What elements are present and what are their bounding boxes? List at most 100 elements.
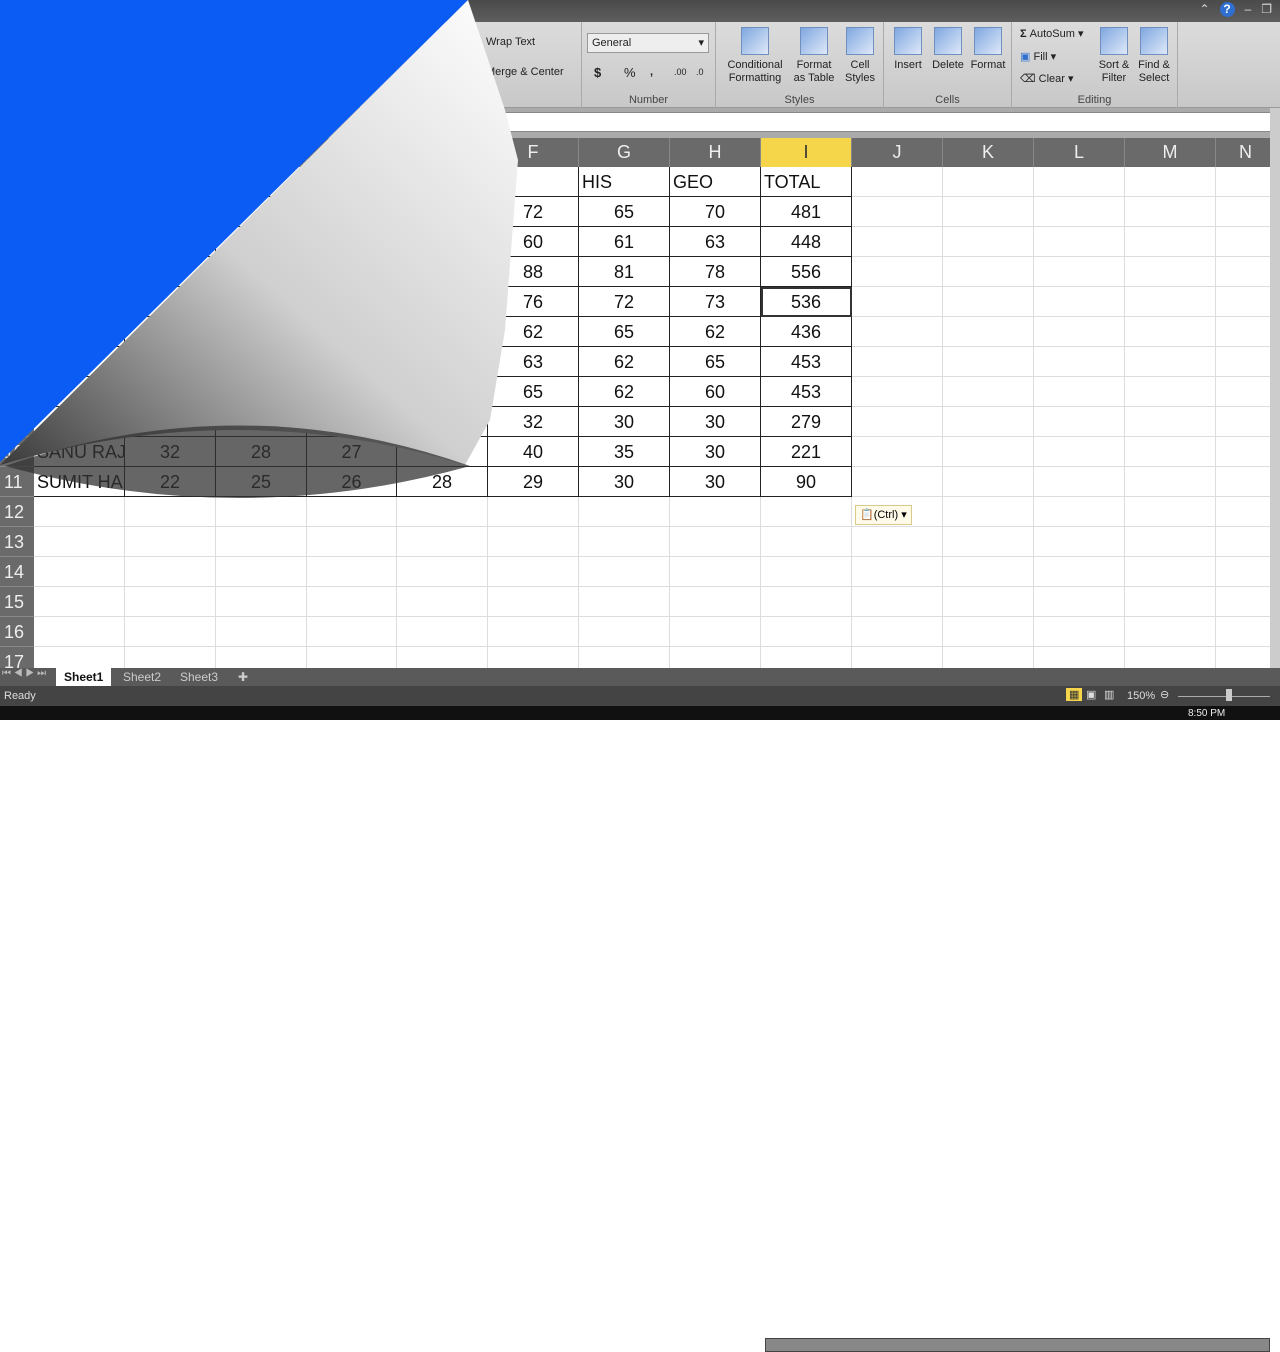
cell-c6[interactable] (216, 317, 307, 347)
horizontal-scrollbar[interactable] (765, 1338, 1270, 1352)
column-header-a[interactable]: A (34, 138, 125, 167)
cell-i3[interactable]: 448 (761, 227, 852, 257)
cell-j3[interactable] (852, 227, 943, 257)
tab-sheet3[interactable]: Sheet3 (172, 668, 226, 686)
paste-options-button[interactable]: 📋(Ctrl) ▾ (855, 505, 912, 525)
cell-n12[interactable] (1216, 497, 1270, 527)
column-header-l[interactable]: L (1034, 138, 1125, 167)
cell-f1[interactable]: C (488, 167, 579, 197)
collapse-ribbon-icon[interactable]: ⌃ (1199, 2, 1209, 17)
cell-f12[interactable] (488, 497, 579, 527)
column-header-d[interactable]: D (307, 138, 397, 167)
cell-j16[interactable] (852, 617, 943, 647)
help-icon[interactable]: ? (1219, 2, 1235, 17)
cell-g3[interactable]: 61 (579, 227, 670, 257)
fill-button[interactable]: ▣ Fill ▾ (1020, 51, 1056, 64)
cell-c5[interactable] (216, 287, 307, 317)
cell-l1[interactable] (1034, 167, 1125, 197)
vertical-scrollbar[interactable] (1270, 108, 1280, 668)
cell-l17[interactable] (1034, 647, 1125, 668)
cell-d16[interactable] (307, 617, 397, 647)
cell-l15[interactable] (1034, 587, 1125, 617)
cell-h15[interactable] (670, 587, 761, 617)
cell-c4[interactable] (216, 257, 307, 287)
cell-f10[interactable]: 40 (488, 437, 579, 467)
cell-g9[interactable]: 30 (579, 407, 670, 437)
cell-k14[interactable] (943, 557, 1034, 587)
cell-l12[interactable] (1034, 497, 1125, 527)
cell-a16[interactable] (34, 617, 125, 647)
cell-l11[interactable] (1034, 467, 1125, 497)
cell-m13[interactable] (1125, 527, 1216, 557)
cell-m3[interactable] (1125, 227, 1216, 257)
cell-b15[interactable] (125, 587, 216, 617)
tab-sheet1[interactable]: Sheet1 (56, 668, 112, 686)
cell-f4[interactable]: 88 (488, 257, 579, 287)
row-header-2[interactable]: 2 (0, 197, 34, 227)
cell-g16[interactable] (579, 617, 670, 647)
cell-d12[interactable] (307, 497, 397, 527)
cell-d5[interactable] (307, 287, 397, 317)
cell-i17[interactable] (761, 647, 852, 668)
cell-f13[interactable] (488, 527, 579, 557)
cell-a7[interactable] (34, 347, 125, 377)
minimize-icon[interactable]: – (1245, 2, 1252, 17)
cell-h4[interactable]: 78 (670, 257, 761, 287)
select-all-corner[interactable] (0, 138, 34, 167)
row-header-13[interactable]: 13 (0, 527, 34, 557)
column-header-e[interactable]: E (397, 138, 488, 167)
cell-c12[interactable] (216, 497, 307, 527)
cell-g12[interactable] (579, 497, 670, 527)
cell-n6[interactable] (1216, 317, 1270, 347)
row-header-14[interactable]: 14 (0, 557, 34, 587)
cell-k15[interactable] (943, 587, 1034, 617)
row-header-15[interactable]: 15 (0, 587, 34, 617)
cell-h17[interactable] (670, 647, 761, 668)
cell-a13[interactable] (34, 527, 125, 557)
row-header-6[interactable]: 6 (0, 317, 34, 347)
cell-n8[interactable] (1216, 377, 1270, 407)
cell-e3[interactable] (397, 227, 488, 257)
cell-c7[interactable] (216, 347, 307, 377)
row-header-8[interactable]: 8 (0, 377, 34, 407)
cell-n11[interactable] (1216, 467, 1270, 497)
format-button[interactable]: Format (968, 27, 1008, 72)
insert-button[interactable]: Insert (890, 27, 926, 72)
row-header-10[interactable]: 10 (0, 437, 34, 467)
cell-j17[interactable] (852, 647, 943, 668)
cell-b4[interactable] (125, 257, 216, 287)
cell-k9[interactable] (943, 407, 1034, 437)
cell-e1[interactable] (397, 167, 488, 197)
insert-sheet-icon[interactable]: ✚ (230, 668, 256, 686)
delete-button[interactable]: Delete (930, 27, 966, 72)
cell-h2[interactable]: 70 (670, 197, 761, 227)
cell-h12[interactable] (670, 497, 761, 527)
cell-h3[interactable]: 63 (670, 227, 761, 257)
cell-n2[interactable] (1216, 197, 1270, 227)
row-header-1[interactable]: 1 (0, 167, 34, 197)
cell-d6[interactable] (307, 317, 397, 347)
row-header-4[interactable]: 4 (0, 257, 34, 287)
cell-g4[interactable]: 81 (579, 257, 670, 287)
cell-g11[interactable]: 30 (579, 467, 670, 497)
cell-e7[interactable] (397, 347, 488, 377)
cell-d13[interactable] (307, 527, 397, 557)
cell-e16[interactable] (397, 617, 488, 647)
cell-a8[interactable] (34, 377, 125, 407)
tab-sheet2[interactable]: Sheet2 (115, 668, 169, 686)
cell-a11[interactable]: SUMIT HA (34, 467, 125, 497)
cell-a4[interactable] (34, 257, 125, 287)
cell-i14[interactable] (761, 557, 852, 587)
cell-e11[interactable]: 28 (397, 467, 488, 497)
cell-a17[interactable] (34, 647, 125, 668)
cell-e12[interactable] (397, 497, 488, 527)
cell-h8[interactable]: 60 (670, 377, 761, 407)
row-header-9[interactable]: 9 (0, 407, 34, 437)
cell-i1[interactable]: TOTAL (761, 167, 852, 197)
normal-view-icon[interactable]: ▦ (1066, 688, 1083, 701)
column-header-n[interactable]: N (1216, 138, 1270, 167)
cell-c10[interactable]: 28 (216, 437, 307, 467)
cell-n1[interactable] (1216, 167, 1270, 197)
cell-f9[interactable]: 32 (488, 407, 579, 437)
cell-d4[interactable] (307, 257, 397, 287)
